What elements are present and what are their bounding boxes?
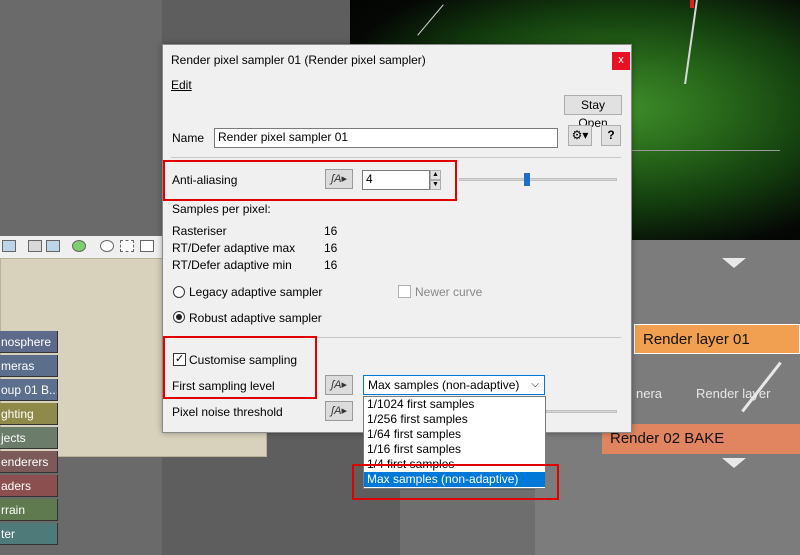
- robust-sampler-label[interactable]: Robust adaptive sampler: [189, 311, 322, 325]
- viewport-wire-line: [417, 4, 444, 36]
- stay-open-button[interactable]: Stay Open: [564, 95, 622, 130]
- frame-icon[interactable]: [140, 240, 154, 252]
- separator: [171, 157, 621, 158]
- curve-icon: ʃA▸: [330, 379, 348, 391]
- selection-icon[interactable]: [120, 240, 134, 252]
- dropdown-option[interactable]: 1/256 first samples: [364, 412, 545, 427]
- curve-icon: ʃA▸: [330, 405, 348, 417]
- annotation-box-anti-aliasing: [163, 160, 457, 201]
- sidebar-tab-cameras[interactable]: meras: [0, 355, 58, 377]
- annotation-box-max-samples: [352, 464, 559, 500]
- gear-icon: ⚙▾: [571, 128, 589, 142]
- chevron-down-icon: ⌵: [531, 379, 539, 390]
- samples-per-pixel-header: Samples per pixel:: [172, 202, 271, 216]
- sidebar-tab-shaders[interactable]: aders: [0, 475, 58, 497]
- dropdown-option[interactable]: 1/1024 first samples: [364, 397, 545, 412]
- newer-curve-label: Newer curve: [415, 285, 483, 299]
- viewport-wire-line: [684, 0, 698, 84]
- legacy-sampler-radio[interactable]: [173, 286, 185, 298]
- annotation-box-customise-sampling: [163, 336, 317, 399]
- robust-sampler-radio[interactable]: [173, 311, 185, 323]
- legacy-sampler-label[interactable]: Legacy adaptive sampler: [189, 285, 322, 299]
- sidebar-tab-atmosphere[interactable]: nosphere: [0, 331, 58, 353]
- first-sampling-level-select[interactable]: Max samples (non-adaptive) ⌵: [363, 375, 545, 395]
- viewport-wire-line: [630, 150, 780, 151]
- sidebar-tab-water[interactable]: ter: [0, 523, 58, 545]
- dropdown-option[interactable]: 1/64 first samples: [364, 427, 545, 442]
- node-label-camera: nera: [636, 386, 663, 401]
- sample-value: 16: [324, 258, 338, 272]
- camera-icon[interactable]: [28, 240, 42, 252]
- select-value: Max samples (non-adaptive): [368, 378, 520, 392]
- close-icon: x: [618, 54, 624, 66]
- sidebar-tab-objects[interactable]: jects: [0, 427, 58, 449]
- sample-label: RT/Defer adaptive max: [172, 241, 296, 255]
- close-button[interactable]: x: [612, 52, 630, 70]
- refresh-icon[interactable]: [72, 240, 86, 252]
- eye-icon[interactable]: [100, 240, 114, 252]
- toolbar-strip: [0, 236, 162, 259]
- dialog-title: Render pixel sampler 01 (Render pixel sa…: [171, 53, 426, 67]
- sample-value: 16: [324, 241, 338, 255]
- pixel-noise-curve-button[interactable]: ʃA▸: [325, 401, 353, 421]
- sidebar-tab-terrain[interactable]: rrain: [0, 499, 58, 521]
- anti-aliasing-slider[interactable]: [459, 178, 617, 181]
- pixel-noise-threshold-label: Pixel noise threshold: [172, 405, 283, 419]
- sidebar-tab-lighting[interactable]: ghting: [0, 403, 58, 425]
- node-output-arrow: [722, 458, 746, 468]
- sidebar-tab-renderers[interactable]: enderers: [0, 451, 58, 473]
- node-render-layer[interactable]: Render layer 01: [634, 324, 800, 354]
- menu-edit[interactable]: Edit: [171, 78, 192, 92]
- sidebar-tab-group[interactable]: oup 01 B...: [0, 379, 58, 401]
- image-icon[interactable]: [2, 240, 16, 252]
- image-icon[interactable]: [46, 240, 60, 252]
- help-icon: ?: [607, 128, 615, 142]
- sample-label: RT/Defer adaptive min: [172, 258, 292, 272]
- viewport-marker: [690, 0, 694, 8]
- name-field[interactable]: Render pixel sampler 01: [214, 128, 558, 148]
- name-label: Name: [172, 131, 205, 145]
- dropdown-option[interactable]: 1/16 first samples: [364, 442, 545, 457]
- sample-label: Rasteriser: [172, 224, 227, 238]
- settings-menu-button[interactable]: ⚙▾: [568, 125, 592, 146]
- node-output-arrow: [722, 258, 746, 268]
- first-sampling-curve-button[interactable]: ʃA▸: [325, 375, 353, 395]
- sample-value: 16: [324, 224, 338, 238]
- help-button[interactable]: ?: [601, 125, 621, 146]
- newer-curve-checkbox[interactable]: [398, 285, 411, 298]
- pixel-noise-slider[interactable]: [546, 410, 617, 413]
- anti-aliasing-slider-thumb[interactable]: [523, 173, 530, 186]
